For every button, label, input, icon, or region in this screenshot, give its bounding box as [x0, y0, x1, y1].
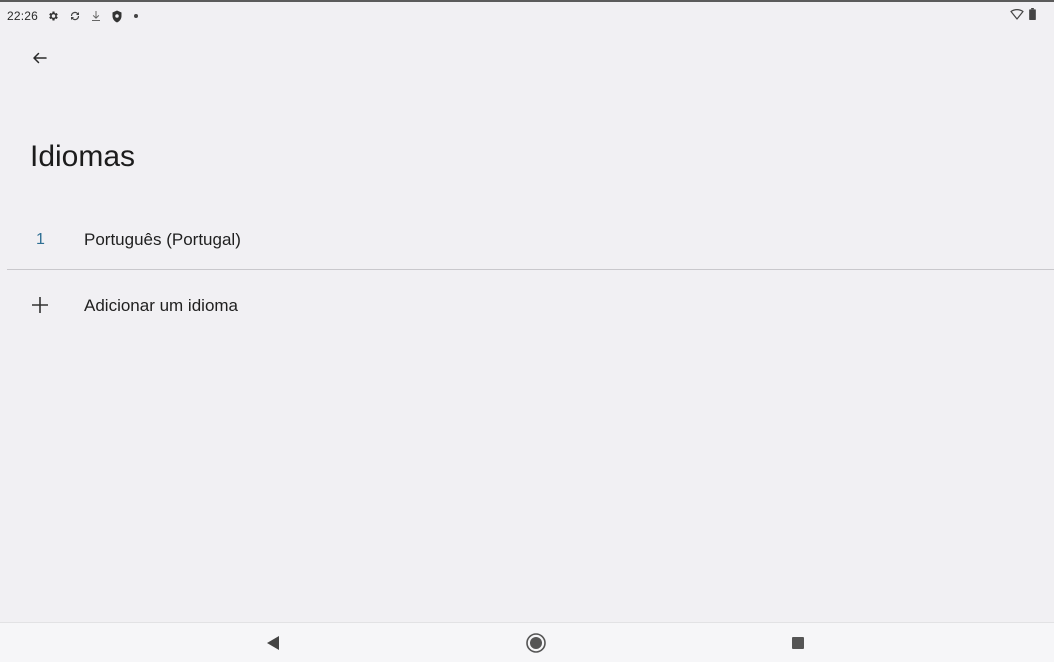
status-time: 22:26	[7, 9, 39, 23]
list-divider	[7, 269, 1054, 270]
gear-icon	[47, 10, 59, 22]
wifi-icon	[1010, 8, 1024, 23]
triangle-back-icon	[266, 635, 280, 656]
page-title: Idiomas	[30, 140, 136, 173]
status-right	[1010, 8, 1036, 23]
square-recents-icon	[791, 636, 805, 655]
nav-recents-button[interactable]	[784, 631, 812, 659]
language-name: Português (Portugal)	[84, 230, 241, 249]
nav-home-button[interactable]	[522, 631, 550, 659]
language-index: 1	[36, 231, 45, 248]
language-list-item[interactable]: 1 Português (Portugal)	[0, 212, 1054, 268]
battery-icon	[1029, 8, 1036, 23]
navigation-bar	[0, 622, 1054, 662]
settings-screen: 22:26 Idiomas 1 Português (Portugal) Adi…	[0, 0, 1054, 662]
arrow-left-icon	[31, 49, 49, 72]
status-bar: 22:26	[0, 2, 1054, 30]
home-circle-icon	[525, 632, 547, 659]
add-language-button[interactable]: Adicionar um idioma	[0, 278, 1054, 334]
status-icons	[47, 10, 139, 23]
download-icon	[91, 10, 101, 22]
plus-icon	[30, 295, 50, 320]
dot-icon	[133, 13, 139, 19]
back-button[interactable]	[24, 44, 56, 76]
sync-icon	[69, 10, 81, 22]
add-language-label: Adicionar um idioma	[84, 296, 239, 315]
shield-icon	[111, 10, 123, 23]
nav-back-button[interactable]	[259, 631, 287, 659]
